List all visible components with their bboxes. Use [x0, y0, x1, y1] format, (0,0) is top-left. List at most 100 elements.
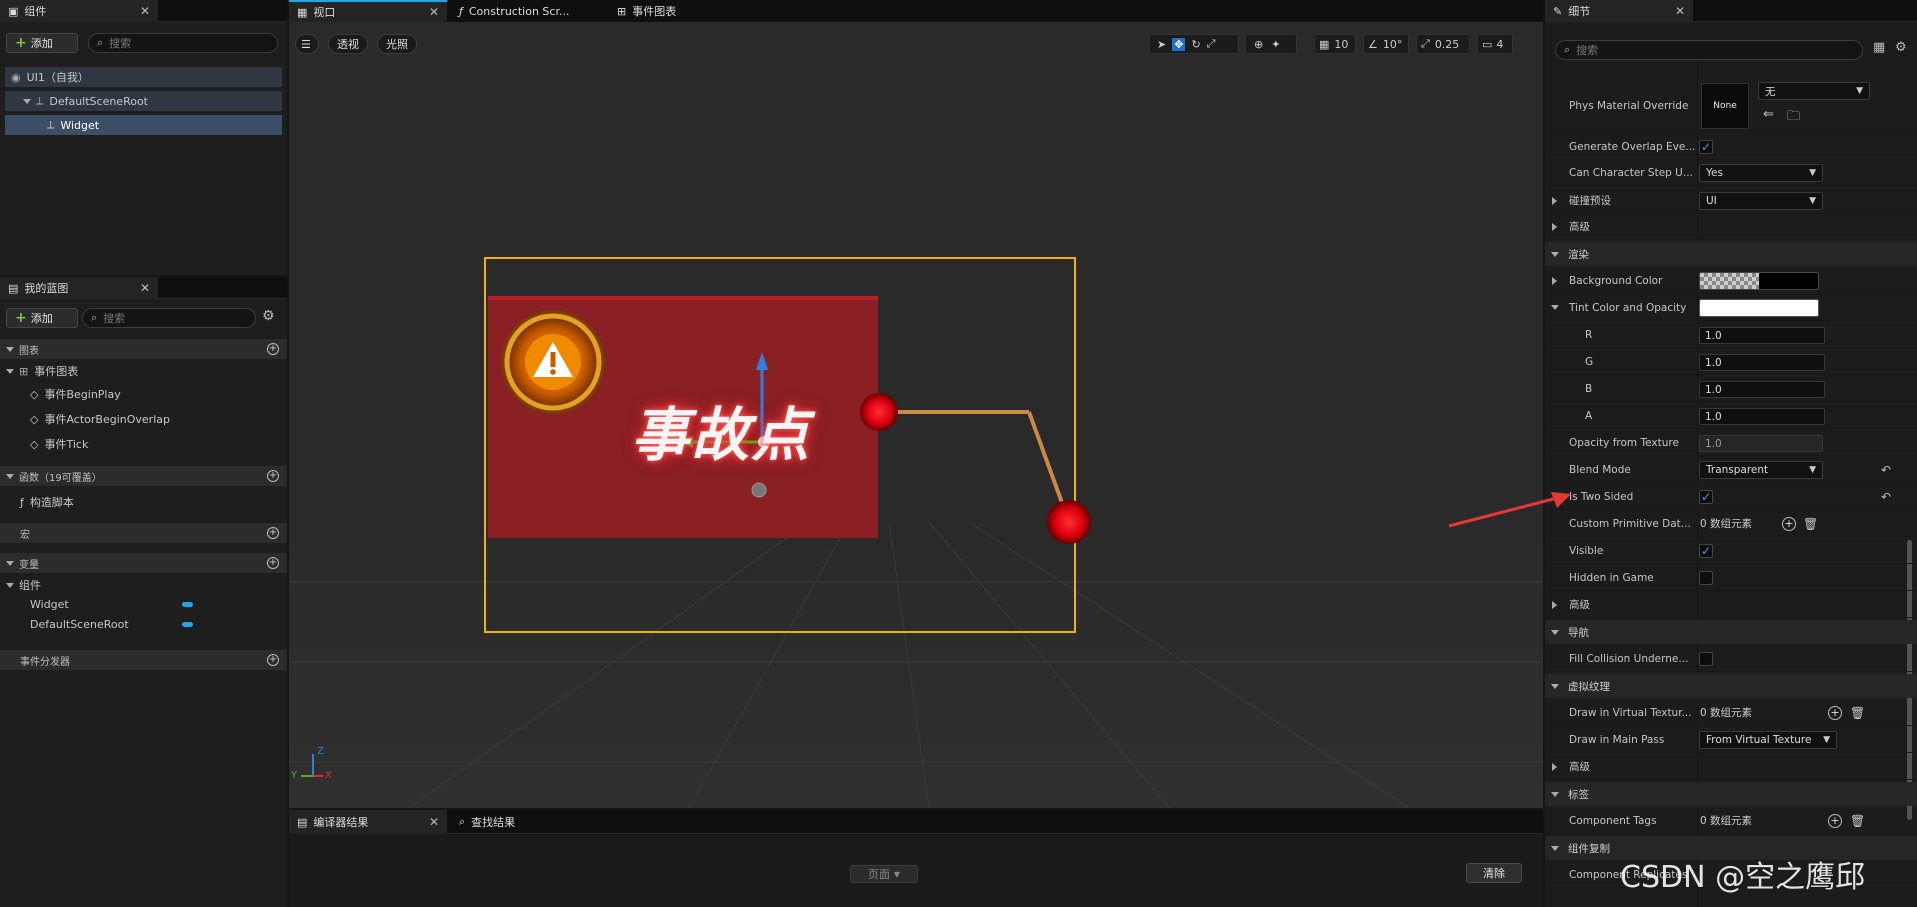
- event-item-tick[interactable]: ◇ 事件Tick: [0, 434, 287, 454]
- scale-snap-tool[interactable]: ⤢ 0.25: [1416, 34, 1470, 54]
- reset-default-icon[interactable]: ↶: [1881, 463, 1891, 477]
- row-advanced-vt[interactable]: 高级: [1545, 754, 1917, 780]
- page-dropdown[interactable]: 页面 ▼: [850, 865, 918, 883]
- translate-icon[interactable]: ✥: [1172, 37, 1186, 51]
- section-graphs[interactable]: 图表 +: [0, 339, 287, 359]
- tree-item-self[interactable]: ◉ UI1（自我）: [5, 67, 282, 87]
- details-search-input[interactable]: ⌕ 搜索: [1555, 40, 1863, 60]
- generate-overlap-checkbox[interactable]: ✓: [1699, 139, 1713, 154]
- add-macro-icon[interactable]: +: [267, 527, 279, 539]
- browse-folder-icon[interactable]: 🗀: [1787, 107, 1800, 129]
- row-advanced-collision[interactable]: 高级: [1545, 214, 1917, 240]
- event-item-beginplay[interactable]: ◇ 事件BeginPlay: [0, 384, 287, 404]
- section-tags[interactable]: 标签: [1545, 782, 1917, 806]
- add-variable-icon[interactable]: +: [267, 557, 279, 569]
- trash-icon[interactable]: 🗑: [1850, 706, 1865, 720]
- tint-r-input[interactable]: 1.0: [1699, 327, 1825, 344]
- section-functions[interactable]: 函数（19可覆盖） +: [0, 466, 287, 486]
- phys-material-combo[interactable]: 无 ▼: [1758, 82, 1870, 100]
- viewport-menu-button[interactable]: ☰: [295, 34, 319, 54]
- expand-icon[interactable]: [1552, 762, 1557, 771]
- expand-icon[interactable]: [1551, 305, 1559, 310]
- select-icon[interactable]: ➤: [1157, 38, 1166, 51]
- gear-icon[interactable]: ⚙: [262, 308, 275, 324]
- tab-components[interactable]: ▣ 组件 ✕: [0, 0, 158, 22]
- scale-icon[interactable]: ⤢: [1207, 37, 1216, 51]
- phys-material-thumbnail[interactable]: None: [1701, 83, 1749, 129]
- table-view-icon[interactable]: ▦: [1873, 40, 1885, 55]
- tint-b-input[interactable]: 1.0: [1699, 381, 1825, 398]
- lighting-button[interactable]: 光照: [377, 34, 417, 54]
- add-element-icon[interactable]: +: [1782, 516, 1796, 531]
- opacity-texture-input[interactable]: 1.0: [1699, 435, 1823, 452]
- collision-preset-combo[interactable]: UI ▼: [1699, 191, 1823, 210]
- blend-mode-combo[interactable]: Transparent ▼: [1699, 460, 1823, 479]
- close-icon[interactable]: ✕: [1675, 4, 1685, 18]
- expand-icon[interactable]: [6, 368, 14, 374]
- tab-event-graph[interactable]: ⊞ 事件图表: [609, 0, 719, 22]
- tab-viewport[interactable]: ▦ 视口 ✕: [289, 0, 447, 22]
- expand-icon[interactable]: [6, 582, 14, 588]
- tab-compiler-results[interactable]: ▤ 编译器结果 ✕: [289, 810, 447, 834]
- trash-icon[interactable]: 🗑: [1803, 517, 1818, 531]
- tab-find-results[interactable]: ⌕ 查找结果: [451, 810, 571, 834]
- add-dispatcher-icon[interactable]: +: [267, 654, 279, 666]
- variable-widget[interactable]: Widget: [0, 594, 287, 614]
- tint-color-swatch[interactable]: [1699, 299, 1819, 317]
- expand-icon[interactable]: [1552, 600, 1557, 609]
- add-component-button[interactable]: + 添加: [6, 33, 78, 53]
- section-variables[interactable]: 变量 +: [0, 553, 287, 573]
- event-graph-item[interactable]: ⊞ 事件图表: [0, 361, 287, 381]
- world-space-icon[interactable]: ⊕: [1254, 38, 1263, 51]
- variable-defaultsceneroot[interactable]: DefaultSceneRoot: [0, 614, 287, 634]
- row-advanced-render[interactable]: 高级: [1545, 592, 1917, 618]
- tint-a-input[interactable]: 1.0: [1699, 408, 1825, 425]
- tab-details[interactable]: ✎ 细节 ✕: [1545, 0, 1693, 22]
- close-icon[interactable]: ✕: [140, 4, 150, 18]
- section-navigation[interactable]: 导航: [1545, 620, 1917, 644]
- hidden-in-game-checkbox[interactable]: [1699, 570, 1713, 585]
- tint-g-input[interactable]: 1.0: [1699, 354, 1825, 371]
- section-virtual-texture[interactable]: 虚拟纹理: [1545, 674, 1917, 698]
- expand-icon[interactable]: [23, 98, 31, 104]
- tab-my-blueprint[interactable]: ▤ 我的蓝图 ✕: [0, 277, 158, 299]
- close-icon[interactable]: ✕: [429, 815, 439, 829]
- expand-icon[interactable]: [1552, 196, 1557, 205]
- close-icon[interactable]: ✕: [429, 5, 439, 19]
- rotate-icon[interactable]: ↻: [1191, 38, 1200, 51]
- tree-item-defaultsceneroot[interactable]: ⟂ DefaultSceneRoot: [5, 91, 282, 111]
- section-dispatchers[interactable]: 事件分发器 +: [0, 650, 287, 670]
- draw-main-pass-combo[interactable]: From Virtual Texture ▼: [1699, 730, 1837, 749]
- add-element-icon[interactable]: +: [1828, 813, 1842, 828]
- expand-icon[interactable]: [1552, 222, 1557, 231]
- grid-snap-tool[interactable]: ▦ 10: [1314, 34, 1356, 54]
- perspective-button[interactable]: 透视: [328, 34, 368, 54]
- components-search-input[interactable]: ⌕ 搜索: [88, 33, 278, 53]
- rotation-snap-tool[interactable]: ∠ 10°: [1363, 34, 1409, 54]
- tree-item-widget[interactable]: ⟂ Widget: [5, 115, 282, 135]
- use-selected-icon[interactable]: ⇐: [1763, 107, 1774, 122]
- tab-construction-script[interactable]: ƒ Construction Scr...: [451, 0, 599, 22]
- components-category[interactable]: 组件: [0, 575, 287, 595]
- reset-default-icon[interactable]: ↶: [1881, 490, 1891, 504]
- clear-button[interactable]: 清除: [1466, 863, 1522, 883]
- surface-snap-icon[interactable]: ✦: [1271, 38, 1280, 51]
- settings-gear-icon[interactable]: ⚙: [1895, 40, 1907, 55]
- blueprint-search-input[interactable]: ⌕ 搜索: [82, 308, 256, 328]
- viewport-canvas[interactable]: 事故点 ☰ 透视 光照 ➤ ✥ ↻ ⤢ ⊕ ✦ ▦ 10 ∠ 10° ⤢ 0.25 ▭…: [289, 22, 1543, 808]
- row-collision-preset[interactable]: 碰撞预设 UI ▼: [1545, 188, 1917, 214]
- event-item-actorbeginoverlap[interactable]: ◇ 事件ActorBeginOverlap: [0, 409, 287, 429]
- add-function-icon[interactable]: +: [267, 470, 279, 482]
- add-element-icon[interactable]: +: [1828, 705, 1842, 720]
- section-rendering[interactable]: 渲染: [1545, 242, 1917, 266]
- expand-icon[interactable]: [1552, 276, 1557, 285]
- visible-checkbox[interactable]: ✓: [1699, 543, 1713, 558]
- trash-icon[interactable]: 🗑: [1850, 814, 1865, 828]
- background-color-swatch[interactable]: [1699, 272, 1819, 290]
- fill-collision-checkbox[interactable]: [1699, 651, 1713, 666]
- add-graph-icon[interactable]: +: [267, 343, 279, 355]
- section-macros[interactable]: 宏 +: [0, 523, 287, 543]
- add-blueprint-item-button[interactable]: + 添加: [6, 308, 78, 328]
- camera-speed-tool[interactable]: ▭ 4: [1477, 34, 1513, 54]
- close-icon[interactable]: ✕: [140, 281, 150, 295]
